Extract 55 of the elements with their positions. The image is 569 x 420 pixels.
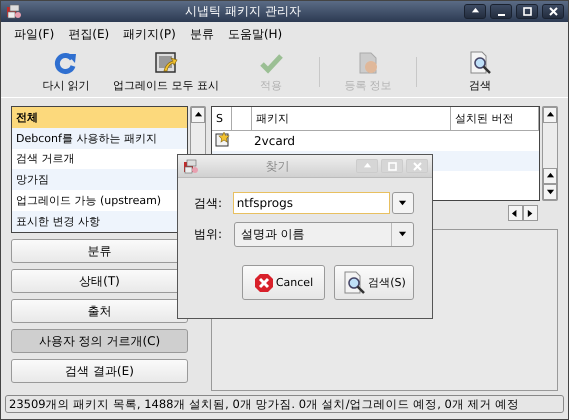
menu-item[interactable]: 패키지(P) [123,26,176,42]
cancel-button[interactable]: Cancel [242,265,325,300]
menu-item[interactable]: 파일(F) [14,26,54,42]
maximize-icon [388,162,396,170]
up-arrow-icon [194,110,202,120]
down-arrow-icon [546,188,554,196]
view-button[interactable]: 출처 [11,299,188,323]
column-header[interactable]: 패키지 [252,107,451,130]
scope-dropdown[interactable]: 설명과 이름 [234,222,414,247]
search-icon [468,51,492,75]
maximize-icon [522,7,532,16]
app-icon [182,158,199,174]
toolbar-button[interactable]: 다시 읽기 [31,51,101,93]
menu-item[interactable]: 도움말(H) [228,26,282,42]
view-button[interactable]: 검색 결과(E) [11,359,188,383]
shade-button[interactable] [464,4,486,19]
cancel-icon [254,272,274,292]
field-label: 범위: [194,226,224,243]
app-icon [5,3,22,20]
up-arrow-icon [546,110,554,120]
toolbar-button[interactable]: 검색 [425,51,535,93]
filter-item[interactable]: 전체 [12,107,187,128]
down-arrow-icon [398,198,408,208]
column-header[interactable]: S [212,107,232,130]
view-button[interactable]: 사용자 정의 거르개(C) [11,329,188,353]
window-title: 시냅틱 패키지 관리자 [184,3,302,20]
up-arrow-icon [546,172,554,180]
filter-item[interactable]: Debconf를 사용하는 패키지 [12,128,187,149]
table-cell-text: 2vcard [253,134,296,148]
down-arrow-icon [398,230,407,239]
search-icon [342,270,366,294]
column-header[interactable]: 설치된 버전 [451,107,539,130]
toolbar-button[interactable]: 업그레이드 모두 표시 [101,51,231,93]
scroll-left-button[interactable] [508,205,523,221]
field-label: 검색: [194,194,224,212]
dialog-title: 찾기 [264,158,290,174]
reload-icon [54,51,78,75]
close-icon [412,162,422,170]
close-button[interactable] [542,4,564,19]
upgrade-icon [154,51,178,75]
menu-item[interactable]: 분류 [190,26,214,42]
filter-item[interactable]: 검색 거르개 [12,148,187,170]
maximize-button[interactable] [516,4,538,19]
search-button[interactable]: 검색(S) [334,265,414,300]
close-icon [548,7,558,16]
scrollbar[interactable] [542,106,558,201]
right-arrow-icon [526,208,535,218]
minimize-icon [498,14,504,16]
up-arrow-icon [362,162,372,170]
minimize-button[interactable] [490,4,512,19]
search-field[interactable]: ntfsprogs [232,192,390,214]
status-text: 23509개의 패키지 목록, 1488개 설치됨, 0개 망가짐. 0개 설치/업그레이드 예정, 0개 제거 예정 [9,396,520,412]
history-dropdown-button[interactable] [392,192,414,214]
menu-item[interactable]: 편집(E) [68,26,110,42]
scroll-right-button[interactable] [523,205,538,221]
